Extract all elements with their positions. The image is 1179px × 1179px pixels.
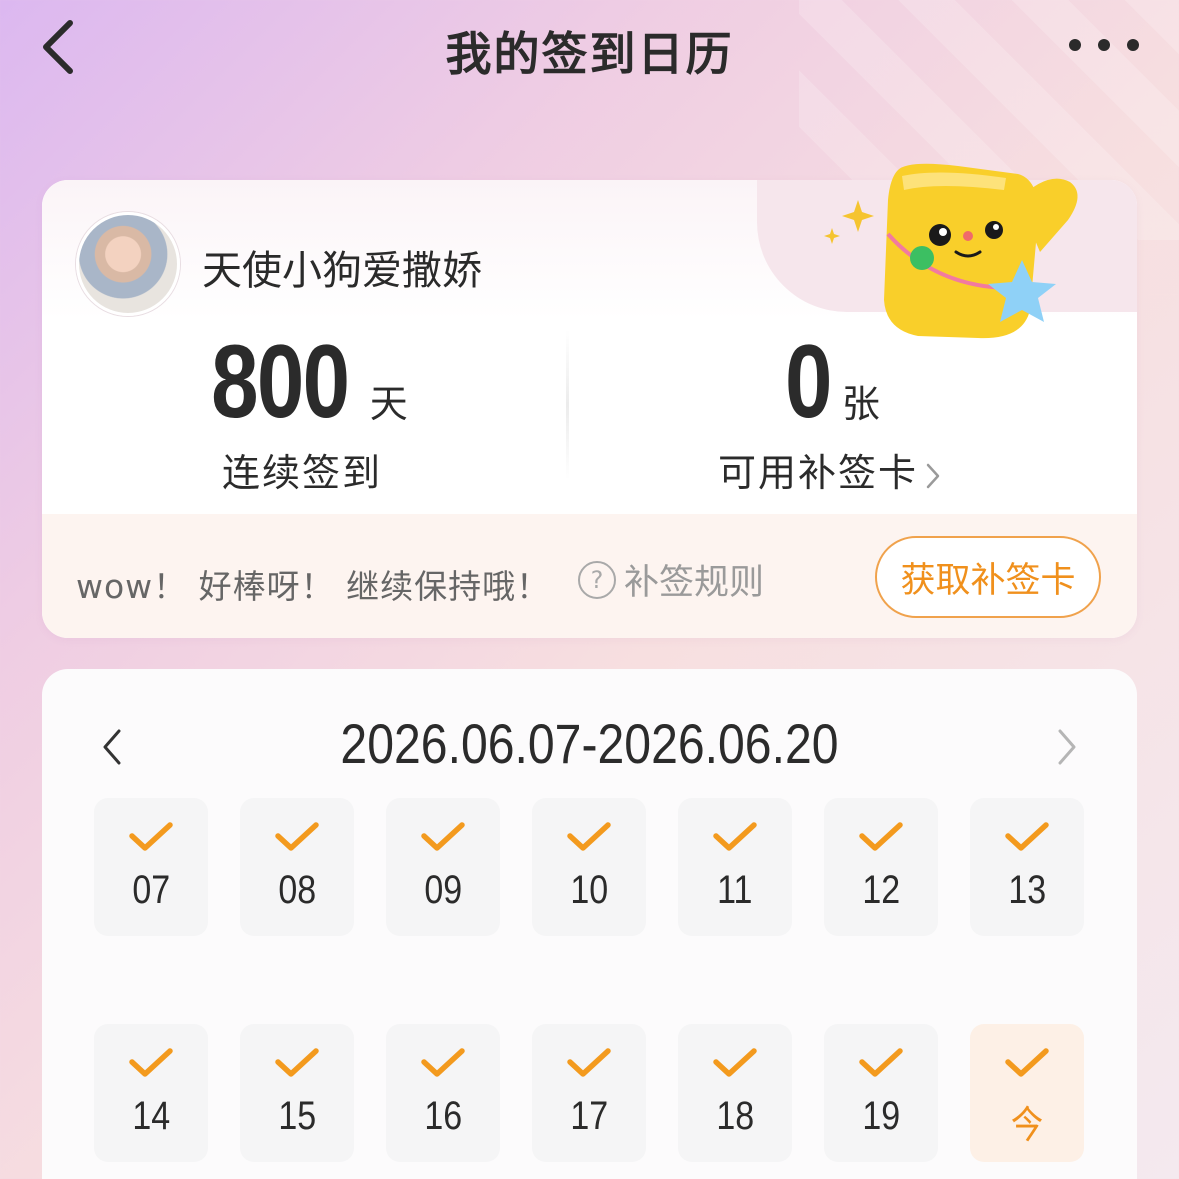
top-nav-bar: 我的签到日历 — [0, 0, 1179, 100]
sparkle-icon — [824, 228, 840, 244]
check-icon — [567, 822, 611, 851]
stat-divider — [566, 330, 569, 480]
calendar-day-today[interactable]: 今 — [970, 1024, 1084, 1162]
calendar-day[interactable]: 09 — [386, 798, 500, 936]
calendar-day[interactable]: 07 — [94, 798, 208, 936]
check-icon — [1005, 822, 1049, 851]
calendar-day[interactable]: 18 — [678, 1024, 792, 1162]
date-range: 2026.06.07-2026.06.20 — [340, 712, 839, 775]
day-number: 13 — [1008, 868, 1046, 912]
help-circle-icon: ? — [578, 560, 616, 599]
card-footer: wow！ 好棒呀！ 继续保持哦！ ? 补签规则 获取补签卡 — [42, 514, 1137, 638]
day-number: 10 — [570, 868, 608, 912]
makeup-rules-link[interactable]: ? 补签规则 — [578, 554, 764, 605]
day-number: 12 — [862, 868, 900, 912]
streak-value: 800 — [211, 324, 350, 440]
day-number: 今 — [1010, 1103, 1044, 1147]
username: 天使小狗爱撒娇 — [202, 248, 482, 294]
check-icon — [859, 822, 903, 851]
cards-label-row[interactable]: 可用补签卡 — [570, 442, 1090, 497]
check-icon — [713, 822, 757, 851]
mascot-illustration — [824, 163, 1078, 339]
calendar-card: 2026.06.07-2026.06.20 07 08 09 10 11 12 13 14 15… — [42, 669, 1137, 1179]
chevron-right-icon — [1058, 729, 1076, 765]
check-icon — [713, 1048, 757, 1077]
day-number: 16 — [424, 1094, 462, 1138]
day-number: 14 — [132, 1094, 170, 1138]
check-icon — [421, 822, 465, 851]
check-icon — [421, 1048, 465, 1077]
check-icon — [859, 1048, 903, 1077]
day-number: 07 — [132, 868, 170, 912]
day-number: 17 — [570, 1094, 608, 1138]
check-icon — [567, 1048, 611, 1077]
calendar-day[interactable]: 14 — [94, 1024, 208, 1162]
check-icon — [275, 1048, 319, 1077]
more-dot-icon — [1127, 39, 1139, 51]
check-icon — [129, 822, 173, 851]
cards-label: 可用补签卡 — [717, 451, 918, 495]
check-icon — [1005, 1048, 1049, 1077]
calendar-day[interactable]: 19 — [824, 1024, 938, 1162]
more-dot-icon — [1069, 39, 1081, 51]
calendar-day[interactable]: 17 — [532, 1024, 646, 1162]
day-number: 15 — [278, 1094, 316, 1138]
calendar-day[interactable]: 13 — [970, 798, 1084, 936]
calendar-day[interactable]: 12 — [824, 798, 938, 936]
calendar-day[interactable]: 10 — [532, 798, 646, 936]
sparkle-icon — [842, 200, 874, 232]
more-button[interactable] — [1069, 30, 1139, 60]
day-number: 11 — [717, 868, 753, 912]
day-number: 18 — [716, 1094, 754, 1138]
streak-label: 连续签到 — [221, 451, 382, 495]
calendar-day[interactable]: 15 — [240, 1024, 354, 1162]
more-dot-icon — [1098, 39, 1110, 51]
day-number: 08 — [278, 868, 316, 912]
next-range-button[interactable] — [1047, 717, 1087, 777]
get-makeup-card-button[interactable]: 获取补签卡 — [875, 536, 1101, 618]
day-number: 09 — [424, 868, 462, 912]
avatar[interactable] — [76, 212, 180, 316]
chevron-right-icon — [926, 463, 940, 488]
streak-unit: 天 — [369, 382, 408, 426]
encourage-text: wow！ 好棒呀！ 继续保持哦！ — [76, 567, 551, 606]
day-grid: 07 08 09 10 11 12 13 14 15 16 17 18 19 今 — [94, 798, 1086, 1162]
calendar-day[interactable]: 11 — [678, 798, 792, 936]
page-title: 我的签到日历 — [445, 27, 734, 81]
makeup-cards-stat[interactable]: 0张 可用补签卡 — [570, 330, 1090, 497]
check-icon — [275, 822, 319, 851]
cards-unit: 张 — [841, 382, 880, 426]
streak-stat: 800 天 连续签到 — [42, 330, 562, 497]
calendar-day[interactable]: 16 — [386, 1024, 500, 1162]
rules-label: 补签规则 — [624, 563, 765, 603]
calendar-day[interactable]: 08 — [240, 798, 354, 936]
day-number: 19 — [862, 1094, 900, 1138]
check-icon — [129, 1048, 173, 1077]
